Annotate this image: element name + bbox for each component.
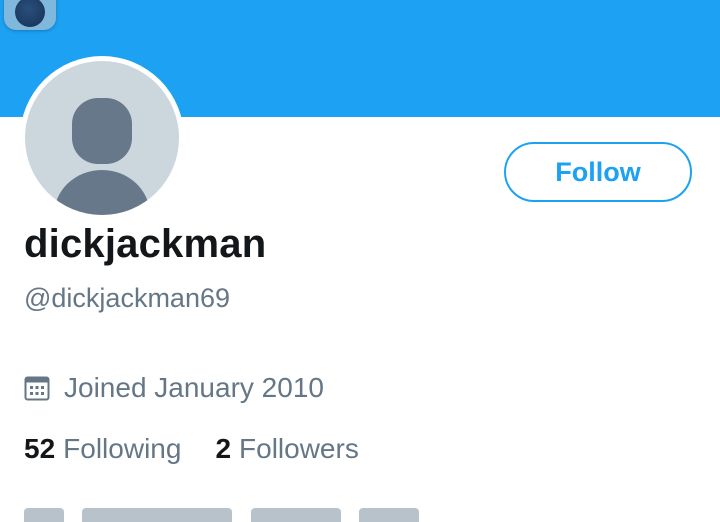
following-label: Following [63,433,182,464]
default-user-silhouette-icon [54,98,150,215]
app-shortcut-dot [15,0,45,27]
followers-stat-link[interactable]: 2 Followers [215,433,358,465]
calendar-icon [24,376,50,401]
cropped-word [24,508,64,522]
followers-count: 2 [215,433,232,464]
followers-label: Followers [239,433,359,464]
following-stat-link[interactable]: 52 Following [24,433,181,465]
app-shortcut-icon[interactable] [4,0,56,30]
joined-date-row: Joined January 2010 [24,370,324,406]
cropped-text-line [24,508,454,522]
joined-date-text: Joined January 2010 [64,372,324,403]
cropped-word [250,508,341,522]
cropped-word [82,508,233,522]
cropped-word [359,508,420,522]
avatar[interactable] [25,61,179,215]
follow-button[interactable]: Follow [504,142,692,202]
following-count: 52 [24,433,56,464]
profile-display-name: dickjackman [24,222,267,266]
avatar-frame[interactable] [20,56,184,220]
profile-handle: @dickjackman69 [24,283,230,313]
profile-stats: 52 Following 2 Followers [24,433,359,465]
